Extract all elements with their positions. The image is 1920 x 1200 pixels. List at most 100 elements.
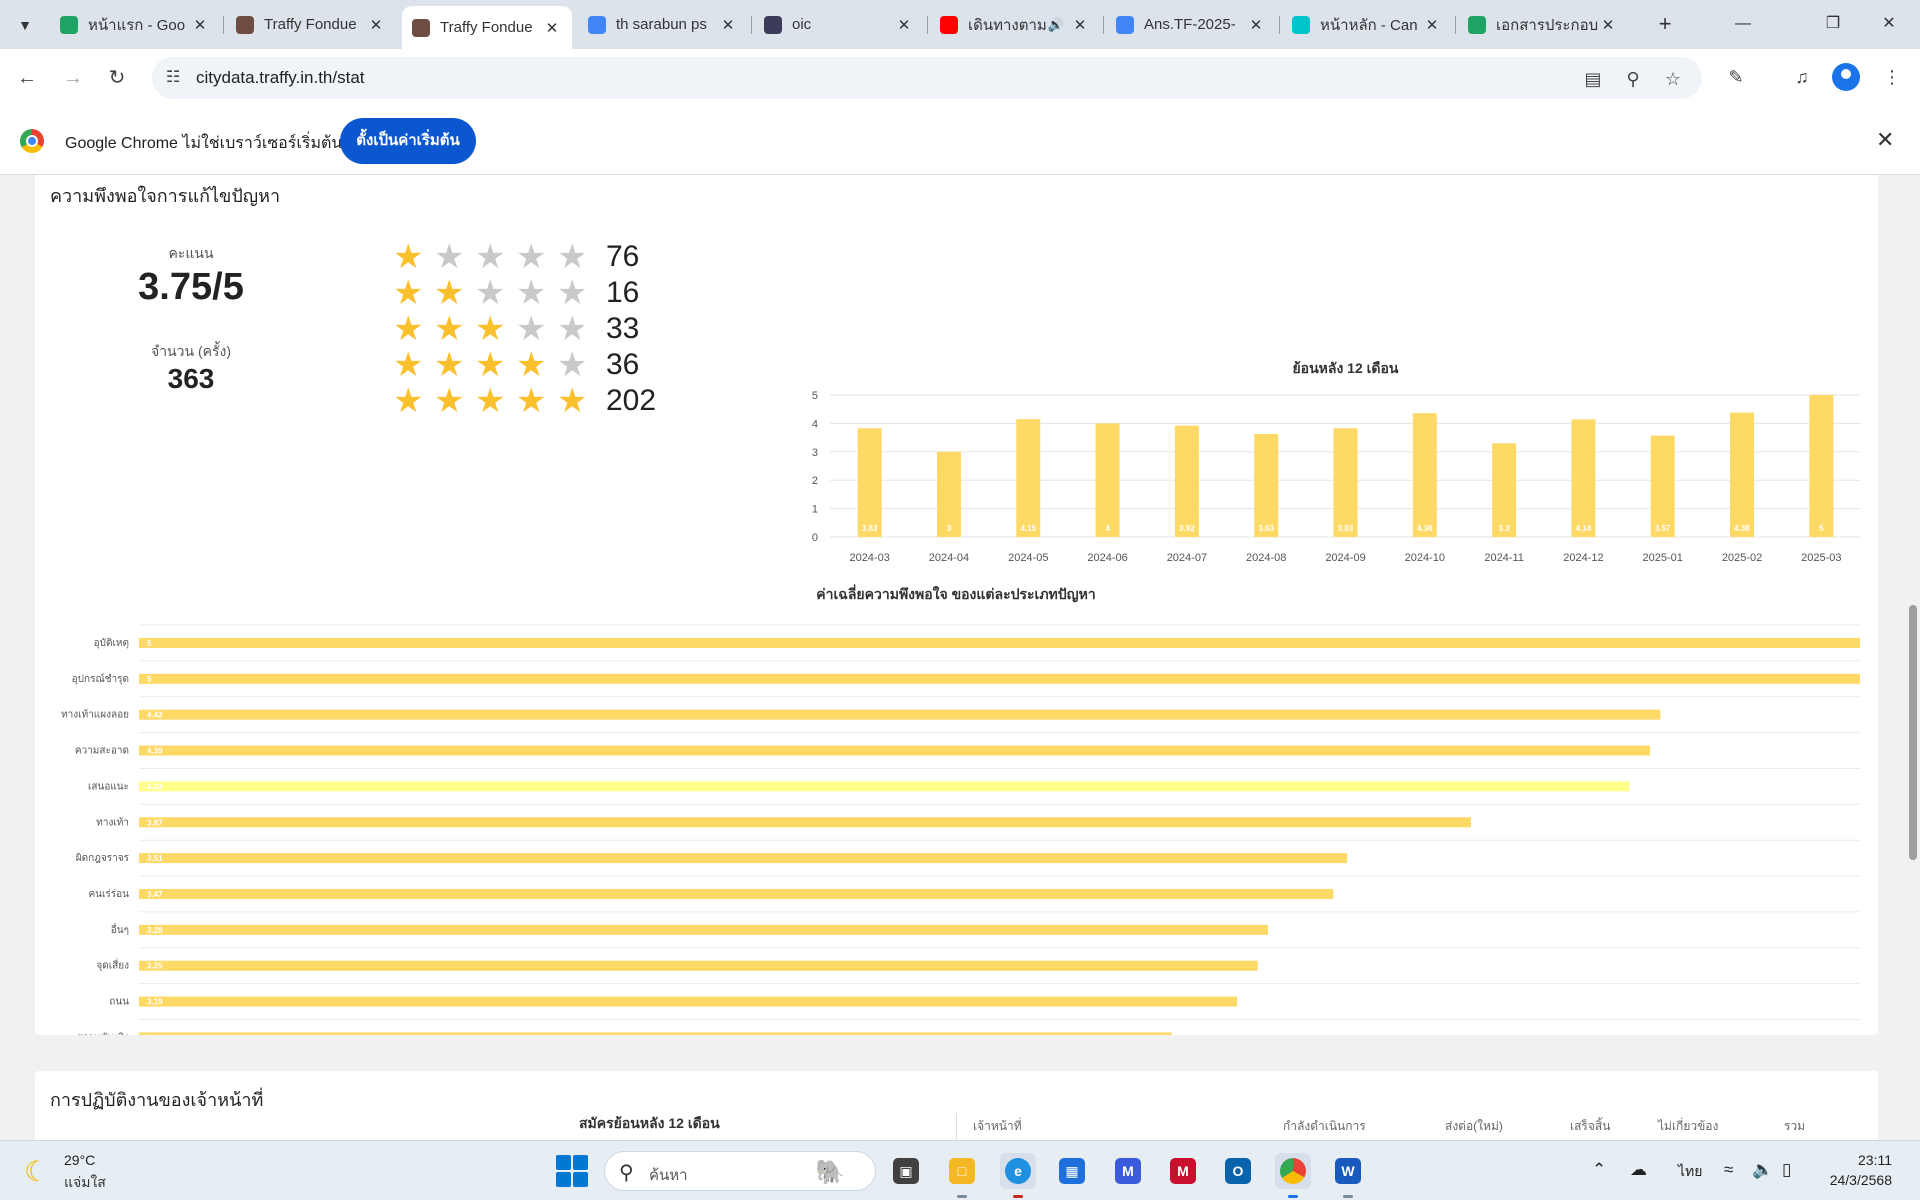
menu-kebab-icon[interactable]: ⋮ (1878, 63, 1906, 91)
tab-close-icon[interactable]: ✕ (1246, 16, 1266, 34)
tab-close-icon[interactable]: ✕ (894, 16, 914, 34)
tab-close-icon[interactable]: ✕ (542, 19, 562, 37)
edge-icon[interactable]: e (1000, 1153, 1036, 1198)
table-header-cell: ส่งต่อ(ใหม่) (1445, 1119, 1503, 1133)
divider (956, 1113, 957, 1140)
tab-0[interactable]: หน้าแรก - Goo ✕ (50, 6, 220, 43)
clock-date[interactable]: 24/3/2568 (1812, 1172, 1892, 1188)
back-button[interactable]: ← (10, 61, 44, 95)
bar (139, 709, 1661, 720)
bar-value-label: 4.33 (147, 782, 163, 791)
x-tick-label: 2024-11 (1484, 552, 1524, 564)
copilot-app-icon[interactable]: M (1110, 1153, 1146, 1189)
language-indicator[interactable]: ไทย (1678, 1161, 1702, 1183)
profile-avatar[interactable] (1832, 63, 1860, 91)
store-icon[interactable]: ▦ (1054, 1153, 1090, 1189)
tab-close-icon[interactable]: ✕ (190, 16, 210, 34)
browser-toolbar: ← → ↻ ☷ citydata.traffy.in.th/stat ▤ ⚲ ☆… (0, 49, 1920, 107)
bar (1174, 425, 1199, 537)
x-tick-label: 2025-01 (1643, 552, 1683, 564)
google-drive-icon (1468, 15, 1486, 34)
x-tick-label: 2024-09 (1325, 552, 1365, 564)
bar (139, 889, 1334, 899)
tab-2[interactable]: Traffy Fondue ✕ (402, 6, 572, 49)
y-category-label: จุดเสี่ยง (96, 958, 129, 972)
windows-start-icon[interactable] (556, 1155, 588, 1187)
outlook-icon[interactable]: O (1220, 1153, 1256, 1189)
zoom-icon[interactable]: ⚲ (1620, 66, 1646, 92)
set-default-button[interactable]: ตั้งเป็นค่าเริ่มต้น (340, 118, 476, 164)
tab-4[interactable]: oic ✕ (754, 6, 924, 43)
tab-close-icon[interactable]: ✕ (366, 16, 386, 34)
weather-desc[interactable]: แจ่มใส (64, 1172, 106, 1194)
y-tick-label: 4 (812, 418, 818, 430)
bookmark-star-icon[interactable]: ☆ (1660, 66, 1686, 92)
y-tick-label: 2 (812, 475, 818, 487)
arrow-right-icon: → (63, 67, 83, 89)
tab-separator (1455, 16, 1456, 34)
speaker-icon[interactable]: 🔊 (1048, 17, 1064, 33)
close-window-button[interactable]: ✕ (1866, 8, 1912, 40)
bar-value-label: 5 (147, 639, 152, 648)
tab-6[interactable]: Ans.TF-2025- ✕ (1106, 6, 1276, 43)
bar (1412, 413, 1437, 537)
y-category-label: สถานบันเทิง (76, 1032, 129, 1035)
tab-close-icon[interactable]: ✕ (1422, 16, 1442, 34)
reload-icon: ↻ (108, 67, 126, 89)
word-icon[interactable]: W (1330, 1153, 1366, 1198)
tab-7[interactable]: หน้าหลัก - Can ✕ (1282, 6, 1452, 43)
google-drive-icon (60, 15, 78, 34)
media-control-icon[interactable]: ♫ (1788, 63, 1816, 91)
site-info-icon[interactable]: ☷ (166, 67, 180, 87)
tab-search-button[interactable]: ▼ (10, 10, 40, 40)
traffy-icon (412, 18, 430, 37)
tab-separator (751, 16, 752, 34)
tab-3[interactable]: th sarabun ps ✕ (578, 6, 748, 43)
tab-title: หน้าหลัก - Can (1320, 16, 1418, 34)
task-view-icon[interactable]: ▣ (888, 1153, 924, 1189)
chrome-taskbar-icon[interactable] (1275, 1153, 1311, 1198)
tab-close-icon[interactable]: ✕ (1070, 16, 1090, 34)
moon-icon[interactable]: ☾ (24, 1155, 49, 1188)
infobar-close-icon[interactable]: ✕ (1876, 127, 1894, 153)
y-category-label: ทางเท้า (96, 816, 129, 828)
plus-icon: + (1658, 11, 1672, 36)
satisfaction-card: ความพึงพอใจการแก้ไขปัญหา คะแนน 3.75/5 จำ… (35, 175, 1878, 1035)
reload-button[interactable]: ↻ (100, 61, 134, 95)
new-tab-button[interactable]: + (1650, 10, 1680, 40)
tab-separator (1279, 16, 1280, 34)
tab-title: หน้าแรก - Goo (88, 16, 186, 34)
tab-close-icon[interactable]: ✕ (1598, 16, 1618, 34)
file-explorer-icon[interactable]: □ (944, 1153, 980, 1198)
scrollbar-thumb[interactable] (1909, 605, 1917, 860)
taskbar-search[interactable]: ⚲ ค้นหา 🐘 (604, 1151, 876, 1191)
forward-button[interactable]: → (56, 61, 90, 95)
extensions-icon[interactable]: ✎ (1722, 63, 1750, 91)
tab-5[interactable]: เดินทางตาม 🔊 ✕ (930, 6, 1100, 43)
tab-close-icon[interactable]: ✕ (718, 16, 738, 34)
mcafee-icon[interactable]: M (1165, 1153, 1201, 1189)
url-text[interactable]: citydata.traffy.in.th/stat (196, 68, 365, 88)
canva-icon (1292, 15, 1310, 34)
officer-performance-card: การปฏิบัติงานของเจ้าหน้าที่ สมัครย้อนหลั… (35, 1071, 1878, 1140)
tab-8[interactable]: เอกสารประกอบ ✕ (1458, 6, 1628, 43)
battery-icon[interactable]: ▯ (1782, 1160, 1791, 1180)
install-app-icon[interactable]: ▤ (1580, 66, 1606, 92)
restore-button[interactable]: ❐ (1810, 8, 1856, 40)
youtube-icon (940, 15, 958, 34)
chevron-up-icon[interactable]: ⌃ (1592, 1160, 1606, 1180)
table-header-cell: กำลังดำเนินการ (1283, 1119, 1366, 1133)
weather-temp[interactable]: 29°C (64, 1152, 95, 1168)
page-scrollbar[interactable] (1906, 175, 1920, 1140)
wifi-icon[interactable]: ≈ (1724, 1160, 1733, 1180)
clock-time[interactable]: 23:11 (1826, 1152, 1892, 1168)
arrow-left-icon: ← (17, 67, 37, 89)
bar (1095, 423, 1120, 537)
search-icon: ⚲ (619, 1162, 634, 1184)
volume-icon[interactable]: 🔈 (1752, 1160, 1773, 1180)
address-bar[interactable]: ☷ citydata.traffy.in.th/stat ▤ ⚲ ☆ (152, 57, 1702, 99)
tab-1[interactable]: Traffy Fondue ✕ (226, 6, 396, 43)
onedrive-icon[interactable]: ☁ (1630, 1160, 1647, 1180)
chevron-down-icon: ▼ (18, 17, 32, 33)
minimize-button[interactable]: — (1720, 8, 1766, 40)
